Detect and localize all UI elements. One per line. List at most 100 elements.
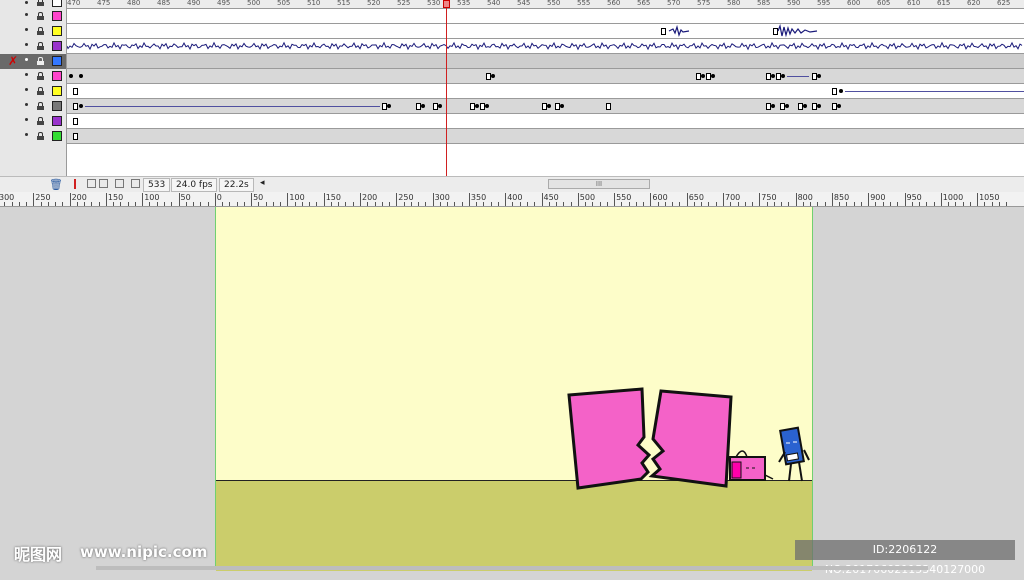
keyframe[interactable]: [817, 104, 821, 108]
keyframe[interactable]: [73, 118, 78, 125]
layer-row-selected[interactable]: ✗: [0, 54, 66, 69]
layer-color-swatch[interactable]: [52, 56, 62, 66]
keyframe[interactable]: [817, 74, 821, 78]
visibility-dot[interactable]: [25, 43, 28, 46]
keyframe[interactable]: [560, 104, 564, 108]
keyframe[interactable]: [73, 88, 78, 95]
keyframe[interactable]: [69, 74, 73, 78]
hidden-x-icon[interactable]: ✗: [8, 54, 18, 68]
lock-icon[interactable]: [37, 102, 44, 110]
playhead-handle[interactable]: [443, 0, 450, 8]
layer-row[interactable]: [0, 84, 66, 99]
stage-canvas[interactable]: [215, 207, 813, 571]
layer-row[interactable]: [0, 99, 66, 114]
keyframe[interactable]: [832, 88, 837, 95]
keyframe[interactable]: [701, 74, 705, 78]
layer-color-swatch[interactable]: [52, 11, 62, 21]
keyframe[interactable]: [661, 28, 666, 35]
frame-row[interactable]: [67, 114, 1024, 129]
lock-icon[interactable]: [37, 0, 44, 6]
lock-icon[interactable]: [37, 72, 44, 80]
lock-icon[interactable]: [37, 87, 44, 95]
layer-color-swatch[interactable]: [52, 71, 62, 81]
layer-row[interactable]: [0, 24, 66, 39]
keyframe[interactable]: [73, 133, 78, 140]
frame-ruler-label: 615: [937, 0, 951, 7]
stage-ruler-tick: [330, 202, 332, 206]
keyframe[interactable]: [785, 104, 789, 108]
layer-color-swatch[interactable]: [52, 26, 62, 36]
tween-arrow[interactable]: [787, 76, 809, 77]
keyframe[interactable]: [837, 104, 841, 108]
keyframe[interactable]: [771, 104, 775, 108]
keyframe[interactable]: [475, 104, 479, 108]
keyframe[interactable]: [491, 74, 495, 78]
layer-row[interactable]: [0, 69, 66, 84]
frame-row-selected[interactable]: [67, 54, 1024, 69]
onion-skin-outline-icon[interactable]: [99, 179, 108, 188]
tween-arrow[interactable]: [85, 106, 380, 107]
visibility-dot[interactable]: [25, 133, 28, 136]
layer-color-swatch[interactable]: [52, 86, 62, 96]
keyframe[interactable]: [839, 89, 843, 93]
frame-row[interactable]: [67, 9, 1024, 24]
lock-icon[interactable]: [37, 42, 44, 50]
layer-color-swatch[interactable]: [52, 131, 62, 141]
keyframe[interactable]: [438, 104, 442, 108]
scroll-left-icon[interactable]: ◂: [260, 178, 265, 188]
trash-icon[interactable]: 🗑: [49, 178, 63, 191]
keyframe[interactable]: [73, 103, 78, 110]
keyframe[interactable]: [711, 74, 715, 78]
visibility-dot[interactable]: [25, 58, 28, 61]
keyframe[interactable]: [547, 104, 551, 108]
keyframe[interactable]: [803, 104, 807, 108]
keyframe[interactable]: [421, 104, 425, 108]
layer-color-swatch[interactable]: [52, 41, 62, 51]
visibility-dot[interactable]: [25, 118, 28, 121]
lock-icon[interactable]: [37, 27, 44, 35]
stage-scrollbar[interactable]: [96, 566, 928, 570]
frame-row[interactable]: [67, 39, 1024, 54]
frame-row[interactable]: [67, 99, 1024, 114]
layer-row[interactable]: [0, 9, 66, 24]
layer-row[interactable]: [0, 39, 66, 54]
frame-row[interactable]: [67, 69, 1024, 84]
modify-onion-markers-icon[interactable]: [131, 179, 140, 188]
stage-ruler-tick: [265, 202, 267, 206]
onion-skin-icon[interactable]: [87, 179, 96, 188]
visibility-dot[interactable]: [25, 103, 28, 106]
keyframe[interactable]: [79, 104, 83, 108]
keyframe[interactable]: [79, 74, 83, 78]
keyframe[interactable]: [387, 104, 391, 108]
layer-row[interactable]: [0, 114, 66, 129]
layer-color-swatch[interactable]: [52, 101, 62, 111]
frame-ruler[interactable]: 470 475 480 485 490 495 500 505 510 515 520 525 530 5…: [67, 0, 1024, 9]
visibility-icon[interactable]: [25, 1, 28, 4]
visibility-dot[interactable]: [25, 13, 28, 16]
stage-ruler-tick: [4, 202, 6, 206]
frame-row[interactable]: [67, 84, 1024, 99]
timeline-scrollbar[interactable]: III: [548, 179, 650, 189]
stage-ruler-tick: [193, 202, 195, 206]
visibility-dot[interactable]: [25, 73, 28, 76]
stage-ruler-tick: [708, 202, 710, 206]
layer-color-swatch[interactable]: [52, 116, 62, 126]
edit-multiple-frames-icon[interactable]: [115, 179, 124, 188]
lock-icon[interactable]: [37, 132, 44, 140]
center-frame-icon[interactable]: [74, 179, 76, 189]
lock-icon[interactable]: [37, 117, 44, 125]
keyframe[interactable]: [606, 103, 611, 110]
frame-row[interactable]: [67, 24, 1024, 39]
visibility-dot[interactable]: [25, 28, 28, 31]
keyframe[interactable]: [781, 74, 785, 78]
frame-row[interactable]: [67, 129, 1024, 144]
visibility-dot[interactable]: [25, 88, 28, 91]
lock-icon[interactable]: [37, 12, 44, 20]
layer-row[interactable]: [0, 129, 66, 144]
outline-icon[interactable]: [52, 0, 62, 7]
keyframe[interactable]: [771, 74, 775, 78]
stage-ruler-label: 700: [725, 193, 741, 202]
lock-icon[interactable]: [37, 57, 44, 65]
tween-arrow[interactable]: [845, 91, 1024, 92]
keyframe[interactable]: [485, 104, 489, 108]
